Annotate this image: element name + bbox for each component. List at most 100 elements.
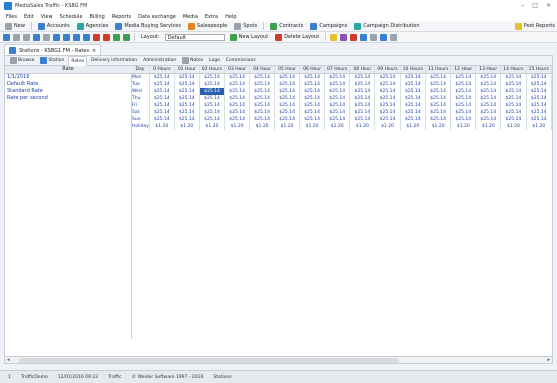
search-icon[interactable] [330,33,338,41]
rate-cell[interactable]: $25.14 [299,73,326,81]
menu-files[interactable]: Files [6,14,17,20]
rate-cell[interactable]: $25.14 [500,81,527,88]
rate-cell[interactable]: $25.14 [475,88,502,95]
menu-schedule[interactable]: Schedule [60,14,83,20]
rate-cell[interactable]: $25.14 [249,109,276,116]
campaigns-button[interactable]: Campaigns [308,22,349,30]
rate-cell[interactable]: $1.20 [500,123,527,130]
rate-cell[interactable]: $25.14 [500,88,527,95]
rate-cell[interactable]: $1.20 [400,123,426,130]
rate-cell[interactable]: $1.20 [425,123,452,130]
rate-cell[interactable]: $25.14 [349,73,376,81]
grid-header-hour[interactable]: 04 Hour [249,66,276,74]
rate-cell[interactable]: $25.14 [174,88,200,95]
rate-cell[interactable]: $25.14 [274,109,301,116]
rate-cell[interactable]: $25.14 [149,116,175,123]
rate-cell[interactable]: $25.14 [526,102,552,109]
menu-extra[interactable]: Extra [205,14,218,20]
rate-cell[interactable]: $1.20 [526,123,552,130]
contracts-button[interactable]: Contracts [268,22,305,30]
rate-cell[interactable]: $25.14 [400,73,426,81]
rate-cell[interactable]: $25.14 [149,88,175,95]
rate-cell[interactable]: $25.14 [249,73,276,81]
tab-commissions[interactable]: Commissions [224,56,258,65]
grid-header-hour[interactable]: 12 Hour [450,66,477,74]
rate-cell[interactable]: $25.14 [500,116,527,123]
rate-cell[interactable]: $25.14 [500,73,527,81]
rate-cell[interactable]: $25.14 [400,109,426,116]
rate-cell[interactable]: $25.14 [299,109,326,116]
rate-cell[interactable]: $25.14 [526,109,552,116]
rate-cell[interactable]: $25.14 [174,73,200,81]
rate-cell[interactable]: $25.14 [174,116,200,123]
preview-icon[interactable] [13,33,20,41]
rate-cell[interactable]: $25.14 [450,95,477,102]
rate-cell[interactable]: $25.14 [500,109,527,116]
rate-cell[interactable]: $25.14 [475,109,502,116]
rate-cell[interactable]: $25.14 [199,116,226,123]
salespeople-button[interactable]: Salespeople [186,22,229,30]
tab-delivery-information[interactable]: Delivery information [89,56,139,65]
grid-header-hour[interactable]: 11 Hours [425,66,452,74]
rate-cell[interactable]: $25.14 [249,116,276,123]
rate-cell[interactable]: $1.20 [475,123,502,130]
print-icon[interactable] [3,33,10,41]
rate-cell[interactable]: $25.14 [526,95,552,102]
grid-header-hour[interactable]: 05 Hour [274,66,301,74]
rate-cell[interactable]: $25.14 [224,109,251,116]
rate-cell[interactable]: $1.20 [374,123,401,130]
rate-cell[interactable]: $25.14 [149,95,175,102]
rate-cell[interactable]: $25.14 [199,95,226,102]
grid-header-hour[interactable]: 02 Hours [199,66,226,74]
rate-cell[interactable]: $25.14 [425,95,452,102]
rate-cell[interactable]: $25.14 [425,109,452,116]
rate-cell[interactable]: $25.14 [174,109,200,116]
rate-cell[interactable]: $25.14 [526,73,552,81]
rate-cell[interactable]: $25.14 [274,102,301,109]
rate-cell[interactable]: $25.14 [450,81,477,88]
save-icon[interactable] [113,33,120,41]
scroll-right-arrow-icon[interactable]: ▸ [545,357,552,363]
layout-select[interactable]: Default [164,33,225,41]
media-buying-button[interactable]: Media Buying Services [113,22,183,30]
maximize-button[interactable]: □ [532,2,538,9]
rate-cell[interactable]: $25.14 [526,81,552,88]
rate-cell[interactable]: $25.14 [349,116,376,123]
rate-cell[interactable]: $25.14 [425,73,452,81]
menu-help[interactable]: Help [225,14,236,20]
post-reports-button[interactable]: Post Reports [513,22,557,30]
list-view-icon[interactable] [63,33,70,41]
tab-logo[interactable]: Logo [207,56,222,65]
rate-cell[interactable]: $1.20 [349,123,376,130]
rate-cell[interactable]: $25.14 [274,116,301,123]
rate-cell[interactable]: $25.14 [349,109,376,116]
rate-cell[interactable]: $25.14 [274,73,301,81]
rate-cell[interactable]: $25.14 [374,95,401,102]
rate-cell[interactable]: $25.14 [324,81,351,88]
rate-item[interactable]: Standard Rate [5,88,131,95]
rate-cell[interactable]: $25.14 [299,116,326,123]
rate-cell[interactable]: $25.14 [224,116,251,123]
tab-administration[interactable]: Administration [141,56,178,65]
rate-cell[interactable]: $25.14 [274,88,301,95]
rate-cell[interactable]: $25.14 [149,73,175,81]
rate-cell[interactable]: $25.14 [199,81,226,88]
rate-cell[interactable]: $25.14 [374,73,401,81]
rate-cell[interactable]: $25.14 [199,109,226,116]
rate-cell[interactable]: $25.14 [400,102,426,109]
rate-cell[interactable]: $25.14 [475,102,502,109]
rate-cell[interactable]: $1.20 [149,123,175,130]
rate-cell[interactable]: $25.14 [199,73,226,81]
rate-cell[interactable]: $25.14 [475,95,502,102]
grid-header-hour[interactable]: 14 Hours [500,66,527,74]
details-view-icon[interactable] [73,33,80,41]
rate-cell[interactable]: $25.14 [249,102,276,109]
rate-cell[interactable]: $25.14 [374,109,401,116]
grid-header-hour[interactable]: 10 Hours [400,66,426,74]
rate-cell[interactable]: $25.14 [349,88,376,95]
rate-cell[interactable]: $25.14 [324,88,351,95]
delete-layout-button[interactable]: Delete Layout [273,33,321,41]
rate-cell[interactable]: $25.14 [224,73,251,81]
rate-cell[interactable]: $1.20 [199,123,226,130]
grid-header-hour[interactable]: 06 Hour [299,66,326,74]
